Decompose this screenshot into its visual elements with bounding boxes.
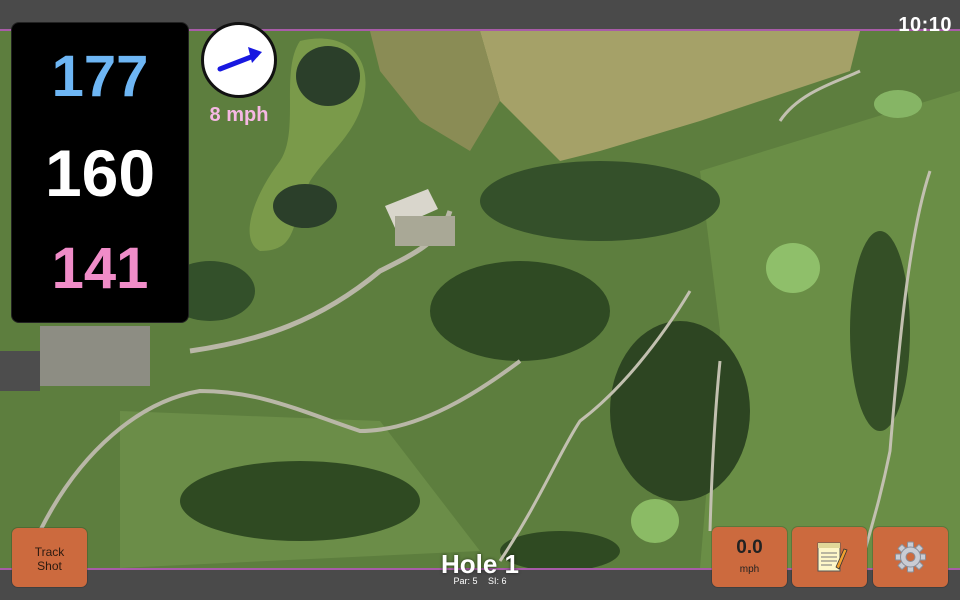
hole-par: Par: 5	[453, 576, 478, 586]
wind-speed: 8 mph	[209, 104, 269, 126]
settings-button[interactable]	[873, 527, 948, 587]
track-shot-label-line2: Shot	[37, 559, 62, 573]
wind-indicator	[201, 22, 277, 98]
speed-unit: mph	[739, 564, 760, 575]
arrow-right-up-icon	[217, 47, 262, 72]
back-distance: 177	[51, 44, 149, 109]
speed-value: 0.0	[736, 537, 763, 558]
gear-icon	[895, 541, 926, 573]
clock: 10:10	[898, 14, 952, 36]
track-shot-label-line1: Track	[34, 545, 65, 559]
notes-button[interactable]	[792, 527, 867, 587]
notepad-icon	[817, 542, 848, 572]
front-distance: 141	[51, 236, 149, 301]
speed-button[interactable]: 0.0 mph	[712, 527, 787, 587]
distance-panel: 177 160 141	[11, 22, 189, 323]
hole-stroke-index: SI: 6	[488, 576, 507, 586]
track-shot-button[interactable]: Track Shot	[12, 528, 87, 587]
middle-distance: 160	[44, 136, 156, 210]
hole-info: Par: 5 SI: 6	[380, 576, 580, 586]
